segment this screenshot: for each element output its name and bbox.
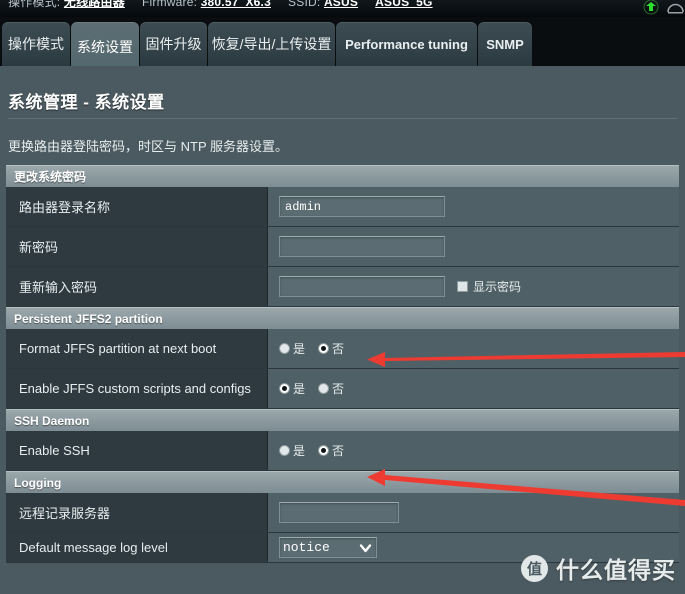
ssid-2g-value[interactable]: ASUS [324,0,358,9]
enable-ssh-radio-group: 是 否 [279,442,351,459]
home-icon[interactable] [667,1,684,14]
new-password-input[interactable] [279,236,445,257]
settings-tab-bar: 操作模式 系统设置 固件升级 恢复/导出/上传设置 Performance tu… [0,17,685,71]
page-description: 更换路由器登陆密码，时区与 NTP 服务器设置。 [8,139,288,154]
retype-password-input[interactable] [279,276,445,297]
section-header-change-password: 更改系统密码 [6,165,679,187]
top-icon-group [621,0,684,17]
top-status-text: 操作模式: 无线路由器 Firmware: 380.57_X6.3 SSID: … [0,0,433,11]
content-sheet: 系统管理 - 系统设置 更换路由器登陆密码，时区与 NTP 服务器设置。 更改系… [0,66,685,594]
ssid-5g-value[interactable]: ASUS_5G [375,0,432,9]
row-router-login-name: 路由器登录名称 [6,187,679,227]
remote-log-server-input[interactable] [279,502,399,523]
tab-system-settings[interactable]: 系统设置 [71,22,139,71]
enable-jffs-scripts-radio-group: 是 否 [279,380,351,397]
row-enable-jffs-scripts: Enable JFFS custom scripts and configs 是… [6,369,679,409]
chevron-down-icon[interactable] [358,541,373,555]
page-title: 系统管理 - 系统设置 [8,93,165,112]
format-jffs-radio-group: 是 否 [279,340,351,357]
format-jffs-yes-radio[interactable] [279,343,290,354]
tab-performance-tuning[interactable]: Performance tuning [336,22,477,66]
title-divider [8,118,677,119]
tab-operation-mode[interactable]: 操作模式 [2,22,70,66]
tab-restore-export-upload[interactable]: 恢复/导出/上传设置 [208,22,335,66]
label-remote-log-server: 远程记录服务器 [6,493,268,532]
enable-jffs-scripts-yes-radio[interactable] [279,383,290,394]
ssid-label: SSID: [288,0,321,9]
section-header-ssh-daemon: SSH Daemon [6,409,679,431]
firmware-label: Firmware: [142,0,198,9]
enable-jffs-scripts-no-radio[interactable] [318,383,330,394]
label-format-jffs: Format JFFS partition at next boot [6,329,268,368]
format-jffs-no-radio[interactable] [318,343,330,354]
row-format-jffs: Format JFFS partition at next boot 是 否 [6,329,679,369]
row-remote-log-server: 远程记录服务器 [6,493,679,533]
enable-ssh-no-option[interactable]: 否 [318,442,351,459]
default-log-level-select[interactable]: notice [279,537,377,558]
label-router-login-name: 路由器登录名称 [6,187,268,226]
row-enable-ssh: Enable SSH 是 否 [6,431,679,471]
label-retype-password: 重新输入密码 [6,267,268,306]
watermark: 值 什么值得买 [521,551,676,585]
label-default-log-level: Default message log level [6,533,268,562]
show-password-checkbox[interactable] [457,281,468,292]
show-password-label: 显示密码 [473,280,522,294]
value-retype-password: 显示密码 [268,267,679,306]
enable-jffs-scripts-no-label: 否 [332,382,345,396]
watermark-logo-icon: 值 [521,554,548,582]
tab-snmp[interactable]: SNMP [478,22,532,66]
format-jffs-yes-label: 是 [293,342,306,356]
operation-mode-value[interactable]: 无线路由器 [64,0,125,9]
enable-ssh-yes-label: 是 [293,444,306,458]
value-router-login-name [268,187,679,226]
enable-jffs-scripts-yes-option[interactable]: 是 [279,380,312,397]
router-admin-page: 操作模式: 无线路由器 Firmware: 380.57_X6.3 SSID: … [0,0,685,594]
value-new-password [268,227,679,266]
tab-firmware-upgrade[interactable]: 固件升级 [140,22,207,66]
top-status-strip: 操作模式: 无线路由器 Firmware: 380.57_X6.3 SSID: … [0,0,685,17]
format-jffs-no-label: 否 [332,342,345,356]
value-format-jffs: 是 否 [268,329,679,368]
value-remote-log-server [268,493,679,532]
default-log-level-value: notice [283,540,330,555]
format-jffs-yes-option[interactable]: 是 [279,340,312,357]
label-enable-jffs-scripts: Enable JFFS custom scripts and configs [6,369,268,408]
operation-mode-label: 操作模式: [8,0,61,9]
watermark-text: 什么值得买 [556,557,676,583]
enable-jffs-scripts-yes-label: 是 [293,382,306,396]
format-jffs-no-option[interactable]: 否 [318,340,351,357]
show-password-checkbox-wrap[interactable]: 显示密码 [457,278,521,295]
router-login-name-input[interactable] [279,196,445,217]
row-new-password: 新密码 [6,227,679,267]
enable-jffs-scripts-no-option[interactable]: 否 [318,380,351,397]
value-enable-ssh: 是 否 [268,431,679,470]
enable-ssh-no-label: 否 [332,444,345,458]
signal-icon[interactable] [643,0,659,15]
label-new-password: 新密码 [6,227,268,266]
section-header-jffs2: Persistent JFFS2 partition [6,307,679,329]
enable-ssh-no-radio[interactable] [318,445,330,456]
firmware-value[interactable]: 380.57_X6.3 [201,0,271,9]
enable-ssh-yes-radio[interactable] [279,445,290,456]
label-enable-ssh: Enable SSH [6,431,268,470]
row-retype-password: 重新输入密码 显示密码 [6,267,679,307]
enable-ssh-yes-option[interactable]: 是 [279,442,312,459]
value-enable-jffs-scripts: 是 否 [268,369,679,408]
section-header-logging: Logging [6,471,679,493]
settings-table: 更改系统密码 路由器登录名称 新密码 重新输入密码 [6,165,679,563]
